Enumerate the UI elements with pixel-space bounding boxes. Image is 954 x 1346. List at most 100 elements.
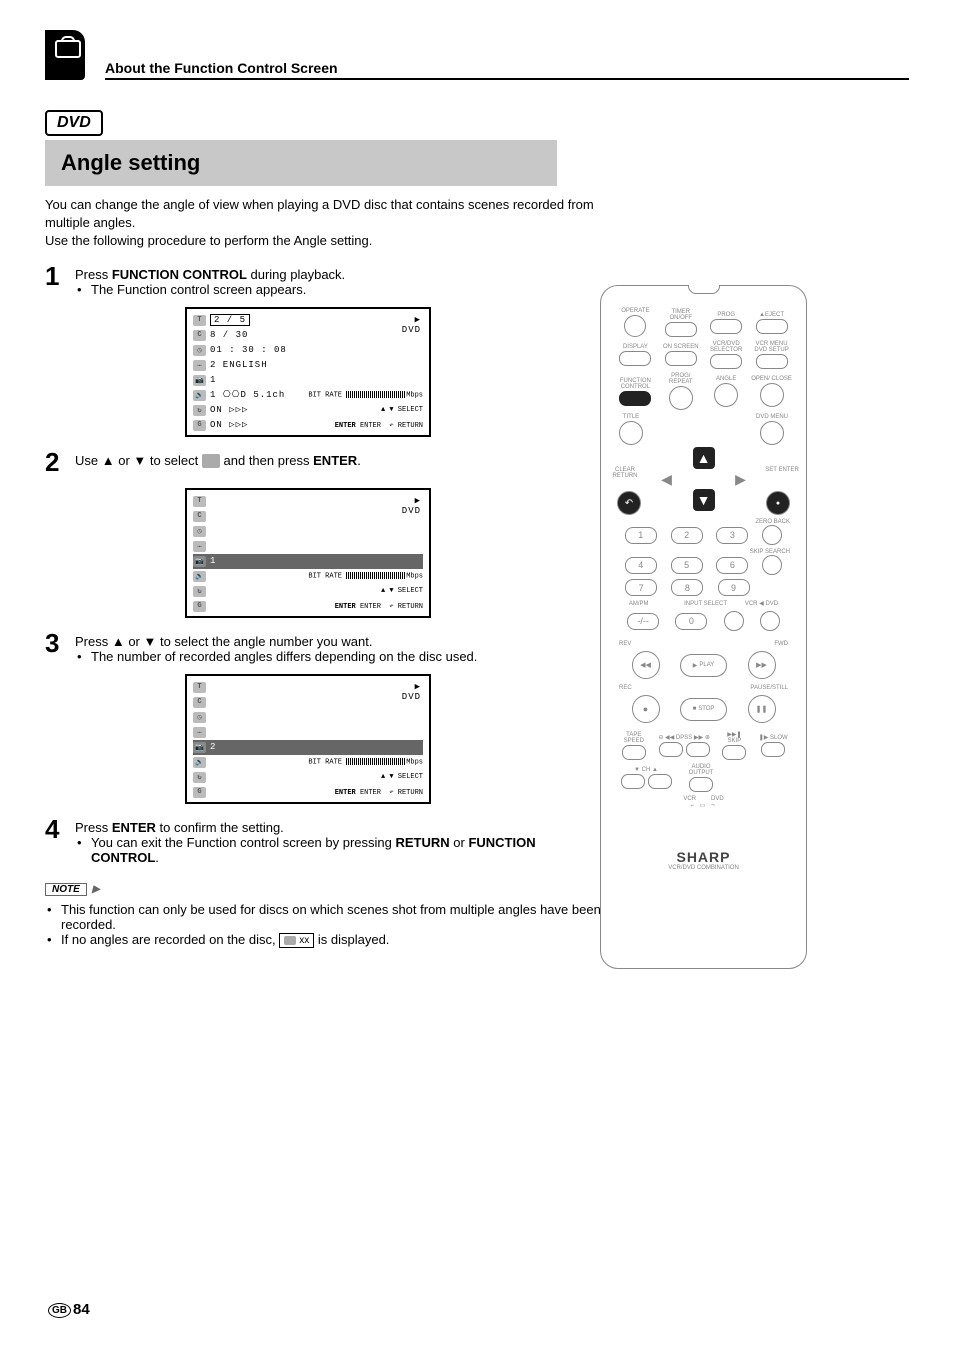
step-3: 3 Press ▲ or ▼ to select the angle numbe…	[45, 634, 605, 664]
osd-chapter: 8 / 30	[210, 330, 248, 340]
title-icon: T	[193, 315, 206, 326]
skipsearch-button[interactable]	[762, 555, 782, 575]
audio-button[interactable]	[689, 777, 713, 792]
ampm-button[interactable]: -/--	[627, 613, 659, 630]
ch-up-button[interactable]	[648, 774, 672, 789]
prog-button[interactable]	[710, 319, 742, 334]
angle-icon: 📷	[193, 742, 206, 753]
step4-bullet: You can exit the Function control screen…	[75, 835, 605, 865]
num-6-button[interactable]: 6	[716, 557, 748, 574]
osd-select-hint: ▲ ▼ SELECT	[381, 773, 423, 781]
zeroback-button[interactable]	[762, 525, 782, 545]
title-button[interactable]	[619, 421, 643, 445]
timer-button[interactable]	[665, 322, 697, 337]
page-number: GB84	[48, 1301, 90, 1318]
vcrmenu-button[interactable]	[756, 354, 788, 369]
audio-icon: 🔊	[193, 571, 206, 582]
repeat-icon: ↻	[193, 772, 206, 783]
title-label: TITLE	[623, 414, 639, 420]
osd-angle: 1	[210, 375, 216, 385]
pause-button[interactable]: ❚❚	[748, 695, 776, 723]
down-button[interactable]: ▼	[693, 489, 715, 511]
num-7-button[interactable]: 7	[625, 579, 657, 596]
display-button[interactable]	[619, 351, 651, 366]
angle-icon: 📷	[193, 375, 206, 386]
dpss-rev-button[interactable]	[659, 742, 683, 757]
chapter-icon: C	[193, 697, 206, 708]
function-label: FUNCTION CONTROL	[614, 378, 656, 390]
num-3-button[interactable]: 3	[716, 527, 748, 544]
return-button[interactable]: ↶	[617, 491, 641, 515]
eject-button[interactable]	[756, 319, 788, 334]
osd2-angle: 1	[210, 556, 216, 566]
skip-button[interactable]	[722, 745, 746, 760]
step1-text: Press FUNCTION CONTROL during playback.	[75, 267, 345, 282]
angle-button[interactable]	[714, 383, 738, 407]
right-button[interactable]: ▶	[730, 468, 752, 490]
section-icon	[45, 30, 85, 80]
stop-button[interactable]: ■STOP	[680, 698, 727, 721]
ch-down-button[interactable]	[621, 774, 645, 789]
fwd-button[interactable]: ▶▶	[748, 651, 776, 679]
input-select-button[interactable]	[724, 611, 744, 631]
osd-select-hint: ▲ ▼ SELECT	[381, 406, 423, 414]
clock-icon: ◷	[193, 345, 206, 356]
subtitle-icon: …	[193, 541, 206, 552]
num-9-button[interactable]: 9	[718, 579, 750, 596]
step-2: 2 Use ▲ or ▼ to select and then press EN…	[45, 453, 605, 478]
vcr-dvd-button[interactable]	[760, 611, 780, 631]
step-number: 2	[45, 447, 75, 478]
dvdmenu-button[interactable]	[760, 421, 784, 445]
rev-button[interactable]: ◀◀	[632, 651, 660, 679]
subtitle-icon: …	[193, 360, 206, 371]
onscreen-button[interactable]	[665, 351, 697, 366]
openclose-button[interactable]	[760, 383, 784, 407]
step3-bullet: The number of recorded angles differs de…	[75, 649, 605, 664]
num-8-button[interactable]: 8	[671, 579, 703, 596]
osd-gigo: ON ▷▷▷	[210, 420, 248, 430]
osd-time: 01 : 30 : 08	[210, 345, 287, 355]
timer-label: TIMER ON/OFF	[660, 309, 702, 321]
num-4-button[interactable]: 4	[625, 557, 657, 574]
audio-icon: 🔊	[193, 390, 206, 401]
osd-select-hint: ▲ ▼ SELECT	[381, 587, 423, 595]
left-button[interactable]: ◀	[656, 468, 678, 490]
section-header: About the Function Control Screen	[105, 40, 909, 80]
fwd-label: FWD	[774, 641, 788, 647]
notes-list: This function can only be used for discs…	[45, 902, 605, 948]
step3-text: Press ▲ or ▼ to select the angle number …	[75, 634, 372, 649]
num-2-button[interactable]: 2	[671, 527, 703, 544]
chapter-icon: C	[193, 330, 206, 341]
repeat-icon: ↻	[193, 586, 206, 597]
subtitle-icon: …	[193, 727, 206, 738]
slow-button[interactable]	[761, 742, 785, 757]
selector-label: VCR/DVD SELECTOR	[705, 341, 747, 353]
progrepeat-button[interactable]	[669, 386, 693, 410]
num-0-button[interactable]: 0	[675, 613, 707, 630]
intro-text: You can change the angle of view when pl…	[45, 196, 605, 251]
function-control-button[interactable]	[619, 391, 651, 406]
progrepeat-label: PROG/ REPEAT	[660, 373, 702, 385]
rec-label: REC	[619, 685, 632, 691]
clock-icon: ◷	[193, 526, 206, 537]
dvd-label: DVD	[711, 796, 724, 802]
num-1-button[interactable]: 1	[625, 527, 657, 544]
play-button[interactable]: ▶PLAY	[680, 654, 727, 677]
dpss-fwd-button[interactable]	[686, 742, 710, 757]
osd-audio: 1 ⎔⎔D 5.1ch	[210, 390, 285, 400]
onscreen-label: ON SCREEN	[663, 344, 699, 350]
step-4: 4 Press ENTER to confirm the setting. Yo…	[45, 820, 605, 865]
enter-button[interactable]: ●	[766, 491, 790, 515]
title-icon: T	[193, 682, 206, 693]
angle-icon-inline	[202, 454, 220, 468]
up-button[interactable]: ▲	[693, 447, 715, 469]
rec-button[interactable]: ●	[632, 695, 660, 723]
operate-button[interactable]	[624, 315, 646, 337]
selector-button[interactable]	[710, 354, 742, 369]
osd-title: 2 / 5	[210, 314, 250, 326]
brand-sub-label: VCR/DVD COMBINATION	[601, 865, 806, 871]
clock-icon: ◷	[193, 712, 206, 723]
operate-label: OPERATE	[621, 308, 649, 314]
tape-button[interactable]	[622, 745, 646, 760]
num-5-button[interactable]: 5	[671, 557, 703, 574]
